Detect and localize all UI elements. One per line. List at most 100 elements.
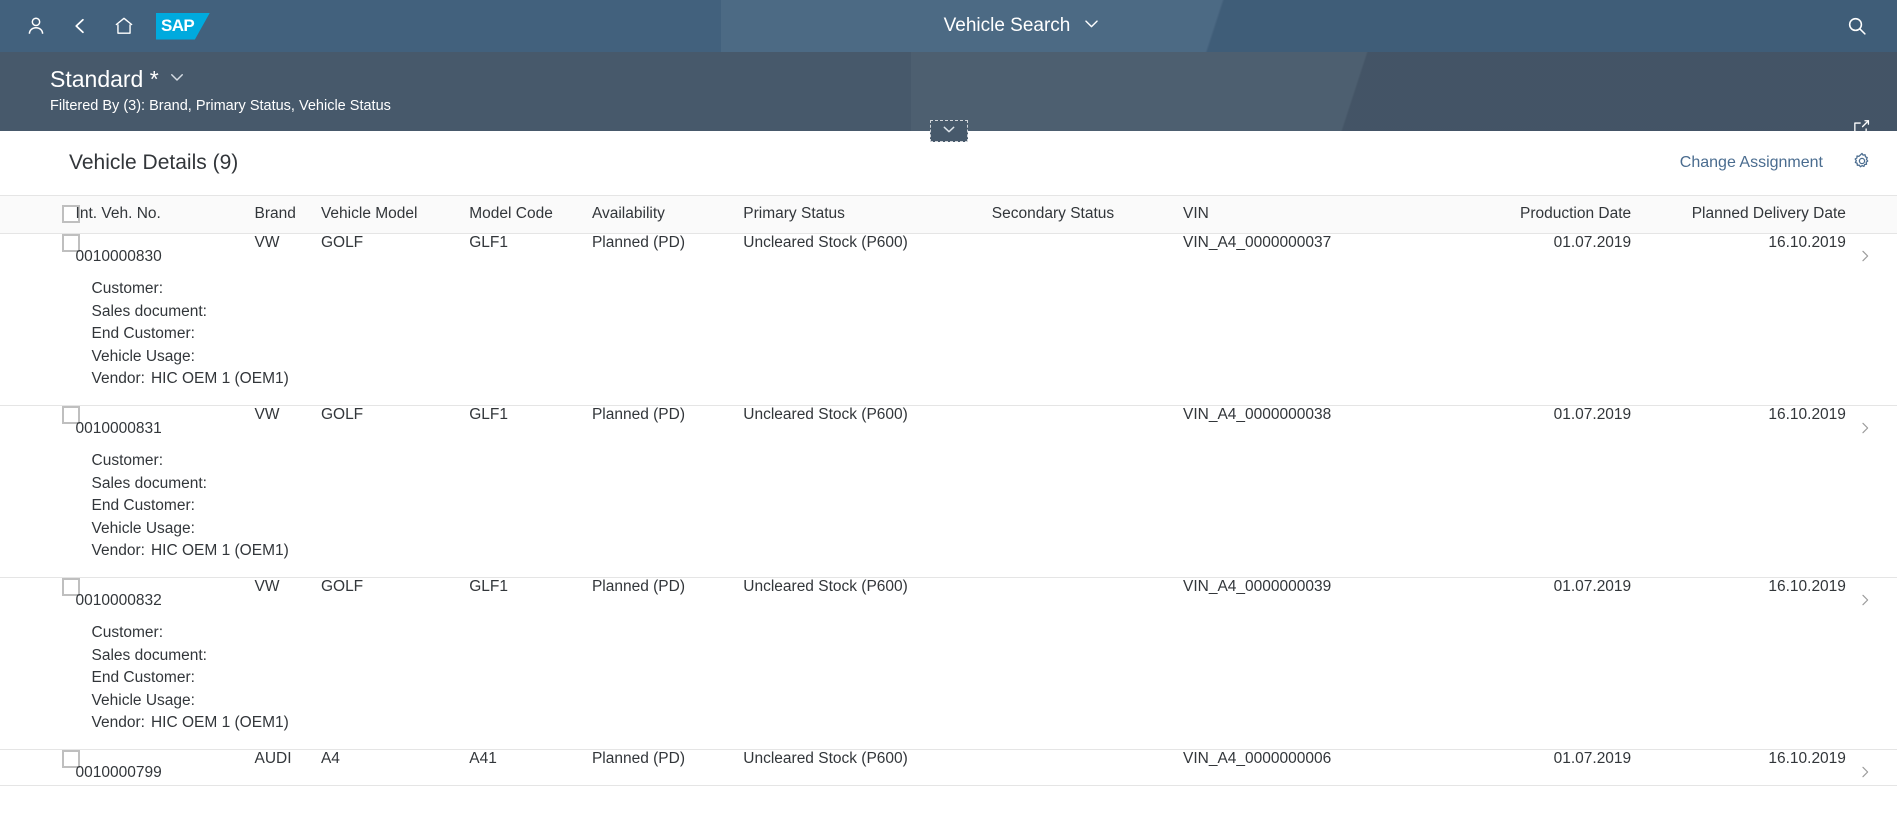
cell-availability: Planned (PD): [591, 406, 685, 424]
sap-logo[interactable]: SAP: [156, 12, 210, 40]
table-header: Int. Veh. No. Brand Vehicle Model Model …: [0, 194, 1897, 235]
cell-int-veh-no: 0010000831 Customer: Sales document: End…: [70, 406, 289, 578]
detail-customer: Customer:: [91, 624, 164, 642]
cell-planned-delivery-date: 16.10.2019: [1768, 234, 1846, 252]
collapse-header-button[interactable]: [929, 120, 968, 142]
table-row[interactable]: 0010000831 Customer: Sales document: End…: [0, 406, 1897, 578]
cell-secondary-status: [986, 406, 1177, 578]
detail-sales-document: Sales document:: [91, 474, 207, 492]
cell-availability: Planned (PD): [591, 234, 685, 252]
column-header-navigation: [1851, 194, 1897, 235]
vehicle-details-table: Int. Veh. No. Brand Vehicle Model Model …: [0, 194, 1897, 786]
table-title: Vehicle Details (9): [69, 151, 239, 174]
cell-secondary-status: [986, 750, 1177, 786]
cell-model-code: GLF1: [469, 578, 508, 596]
detail-customer: Customer:: [91, 452, 164, 470]
row-navigation-chevron-icon[interactable]: [1858, 750, 1872, 785]
row-select-cell[interactable]: [0, 234, 80, 406]
table-row[interactable]: 0010000799 AUDI A4 A41 Planned (PD) Uncl…: [0, 750, 1897, 786]
cell-primary-status: Uncleared Stock (P600): [743, 406, 908, 424]
cell-navigation[interactable]: [1852, 750, 1897, 786]
column-header-availability[interactable]: Availability: [585, 194, 738, 235]
export-button[interactable]: [1843, 112, 1879, 148]
column-header-int-veh-no[interactable]: Int. Veh. No.: [69, 194, 249, 235]
column-header-secondary-status[interactable]: Secondary Status: [985, 194, 1177, 235]
change-assignment-button[interactable]: Change Assignment: [1674, 150, 1829, 176]
app-title-button[interactable]: Vehicle Search: [210, 6, 1835, 46]
shell-bar: SAP Vehicle Search: [0, 0, 1897, 52]
cell-planned-delivery-date: 16.10.2019: [1768, 578, 1846, 596]
column-header-vehicle-model[interactable]: Vehicle Model: [314, 194, 464, 235]
cell-secondary-status: [986, 234, 1177, 406]
filtered-by-text: Filtered By (3): Brand, Primary Status, …: [50, 98, 391, 114]
row-select-cell[interactable]: [0, 406, 80, 578]
cell-int-veh-no-value: 0010000832: [75, 592, 162, 610]
row-detail-block: Customer: Sales document: End Customer: …: [76, 438, 289, 577]
cell-vehicle-model: GOLF: [320, 406, 364, 424]
cell-production-date: 01.07.2019: [1553, 234, 1632, 252]
cell-navigation[interactable]: [1852, 406, 1897, 578]
cell-int-veh-no: 0010000832 Customer: Sales document: End…: [70, 578, 289, 750]
cell-vin: VIN_A4_0000000038: [1183, 406, 1332, 424]
detail-end-customer: End Customer:: [91, 669, 195, 687]
column-header-vin[interactable]: VIN: [1177, 194, 1454, 235]
cell-navigation[interactable]: [1852, 578, 1897, 750]
cell-production-date: 01.07.2019: [1553, 578, 1632, 596]
table-row[interactable]: 0010000832 Customer: Sales document: End…: [0, 578, 1897, 750]
cell-int-veh-no: 0010000799: [70, 750, 249, 786]
row-select-cell[interactable]: [0, 750, 80, 786]
row-select-cell[interactable]: [0, 578, 80, 750]
user-profile-button[interactable]: [14, 4, 58, 48]
variant-name: Standard *: [50, 66, 159, 92]
detail-vendor-value: HIC OEM 1 (OEM1): [150, 714, 289, 732]
cell-int-veh-no: 0010000830 Customer: Sales document: End…: [70, 234, 289, 406]
detail-vehicle-usage: Vehicle Usage:: [91, 691, 195, 709]
cell-vehicle-model: GOLF: [320, 234, 364, 252]
cell-model-code: A41: [469, 750, 497, 767]
row-navigation-chevron-icon[interactable]: [1858, 578, 1872, 613]
column-header-planned-delivery-date[interactable]: Planned Delivery Date: [1637, 194, 1852, 235]
detail-end-customer: End Customer:: [91, 497, 195, 515]
chevron-down-icon: [941, 121, 957, 142]
table-header-row: Int. Veh. No. Brand Vehicle Model Model …: [0, 194, 1897, 235]
cell-availability: Planned (PD): [591, 578, 685, 596]
select-all-header[interactable]: [0, 194, 80, 235]
gear-icon: [1852, 151, 1872, 176]
cell-production-date: 01.07.2019: [1553, 406, 1632, 424]
variant-filter-header: Standard * Filtered By (3): Brand, Prima…: [0, 52, 1897, 142]
cell-production-date: 01.07.2019: [1553, 750, 1632, 767]
cell-int-veh-no-value: 0010000799: [75, 764, 162, 781]
search-button[interactable]: [1835, 4, 1879, 48]
cell-vin: VIN_A4_0000000037: [1183, 234, 1332, 252]
variant-selector[interactable]: Standard *: [50, 66, 186, 92]
home-button[interactable]: [102, 4, 146, 48]
cell-brand: AUDI: [254, 750, 292, 767]
cell-model-code: GLF1: [469, 234, 508, 252]
detail-vendor-value: HIC OEM 1 (OEM1): [150, 370, 289, 388]
cell-planned-delivery-date: 16.10.2019: [1768, 750, 1846, 767]
row-navigation-chevron-icon[interactable]: [1858, 234, 1872, 269]
table-settings-button[interactable]: [1845, 146, 1879, 180]
column-header-model-code[interactable]: Model Code: [463, 194, 586, 235]
app-title: Vehicle Search: [943, 15, 1071, 36]
detail-vehicle-usage: Vehicle Usage:: [91, 519, 195, 537]
home-icon: [113, 15, 135, 37]
back-button[interactable]: [58, 4, 102, 48]
chevron-down-icon: [168, 68, 186, 91]
chevron-down-icon: [1082, 14, 1101, 38]
cell-primary-status: Uncleared Stock (P600): [743, 750, 908, 767]
detail-vendor: Vendor: HIC OEM 1 (OEM1): [91, 542, 289, 560]
cell-vehicle-model: A4: [320, 750, 340, 767]
cell-model-code: GLF1: [469, 406, 508, 424]
row-navigation-chevron-icon[interactable]: [1858, 406, 1872, 441]
cell-vehicle-model: GOLF: [320, 578, 364, 596]
column-header-production-date[interactable]: Production Date: [1453, 194, 1638, 235]
row-detail-block: Customer: Sales document: End Customer: …: [76, 610, 289, 749]
cell-navigation[interactable]: [1852, 234, 1897, 406]
detail-vendor: Vendor: HIC OEM 1 (OEM1): [91, 370, 289, 388]
column-header-brand[interactable]: Brand: [248, 194, 315, 235]
column-header-primary-status[interactable]: Primary Status: [737, 194, 986, 235]
table-row[interactable]: 0010000830 Customer: Sales document: End…: [0, 234, 1897, 406]
share-export-icon: [1851, 117, 1872, 143]
person-icon: [25, 15, 47, 37]
